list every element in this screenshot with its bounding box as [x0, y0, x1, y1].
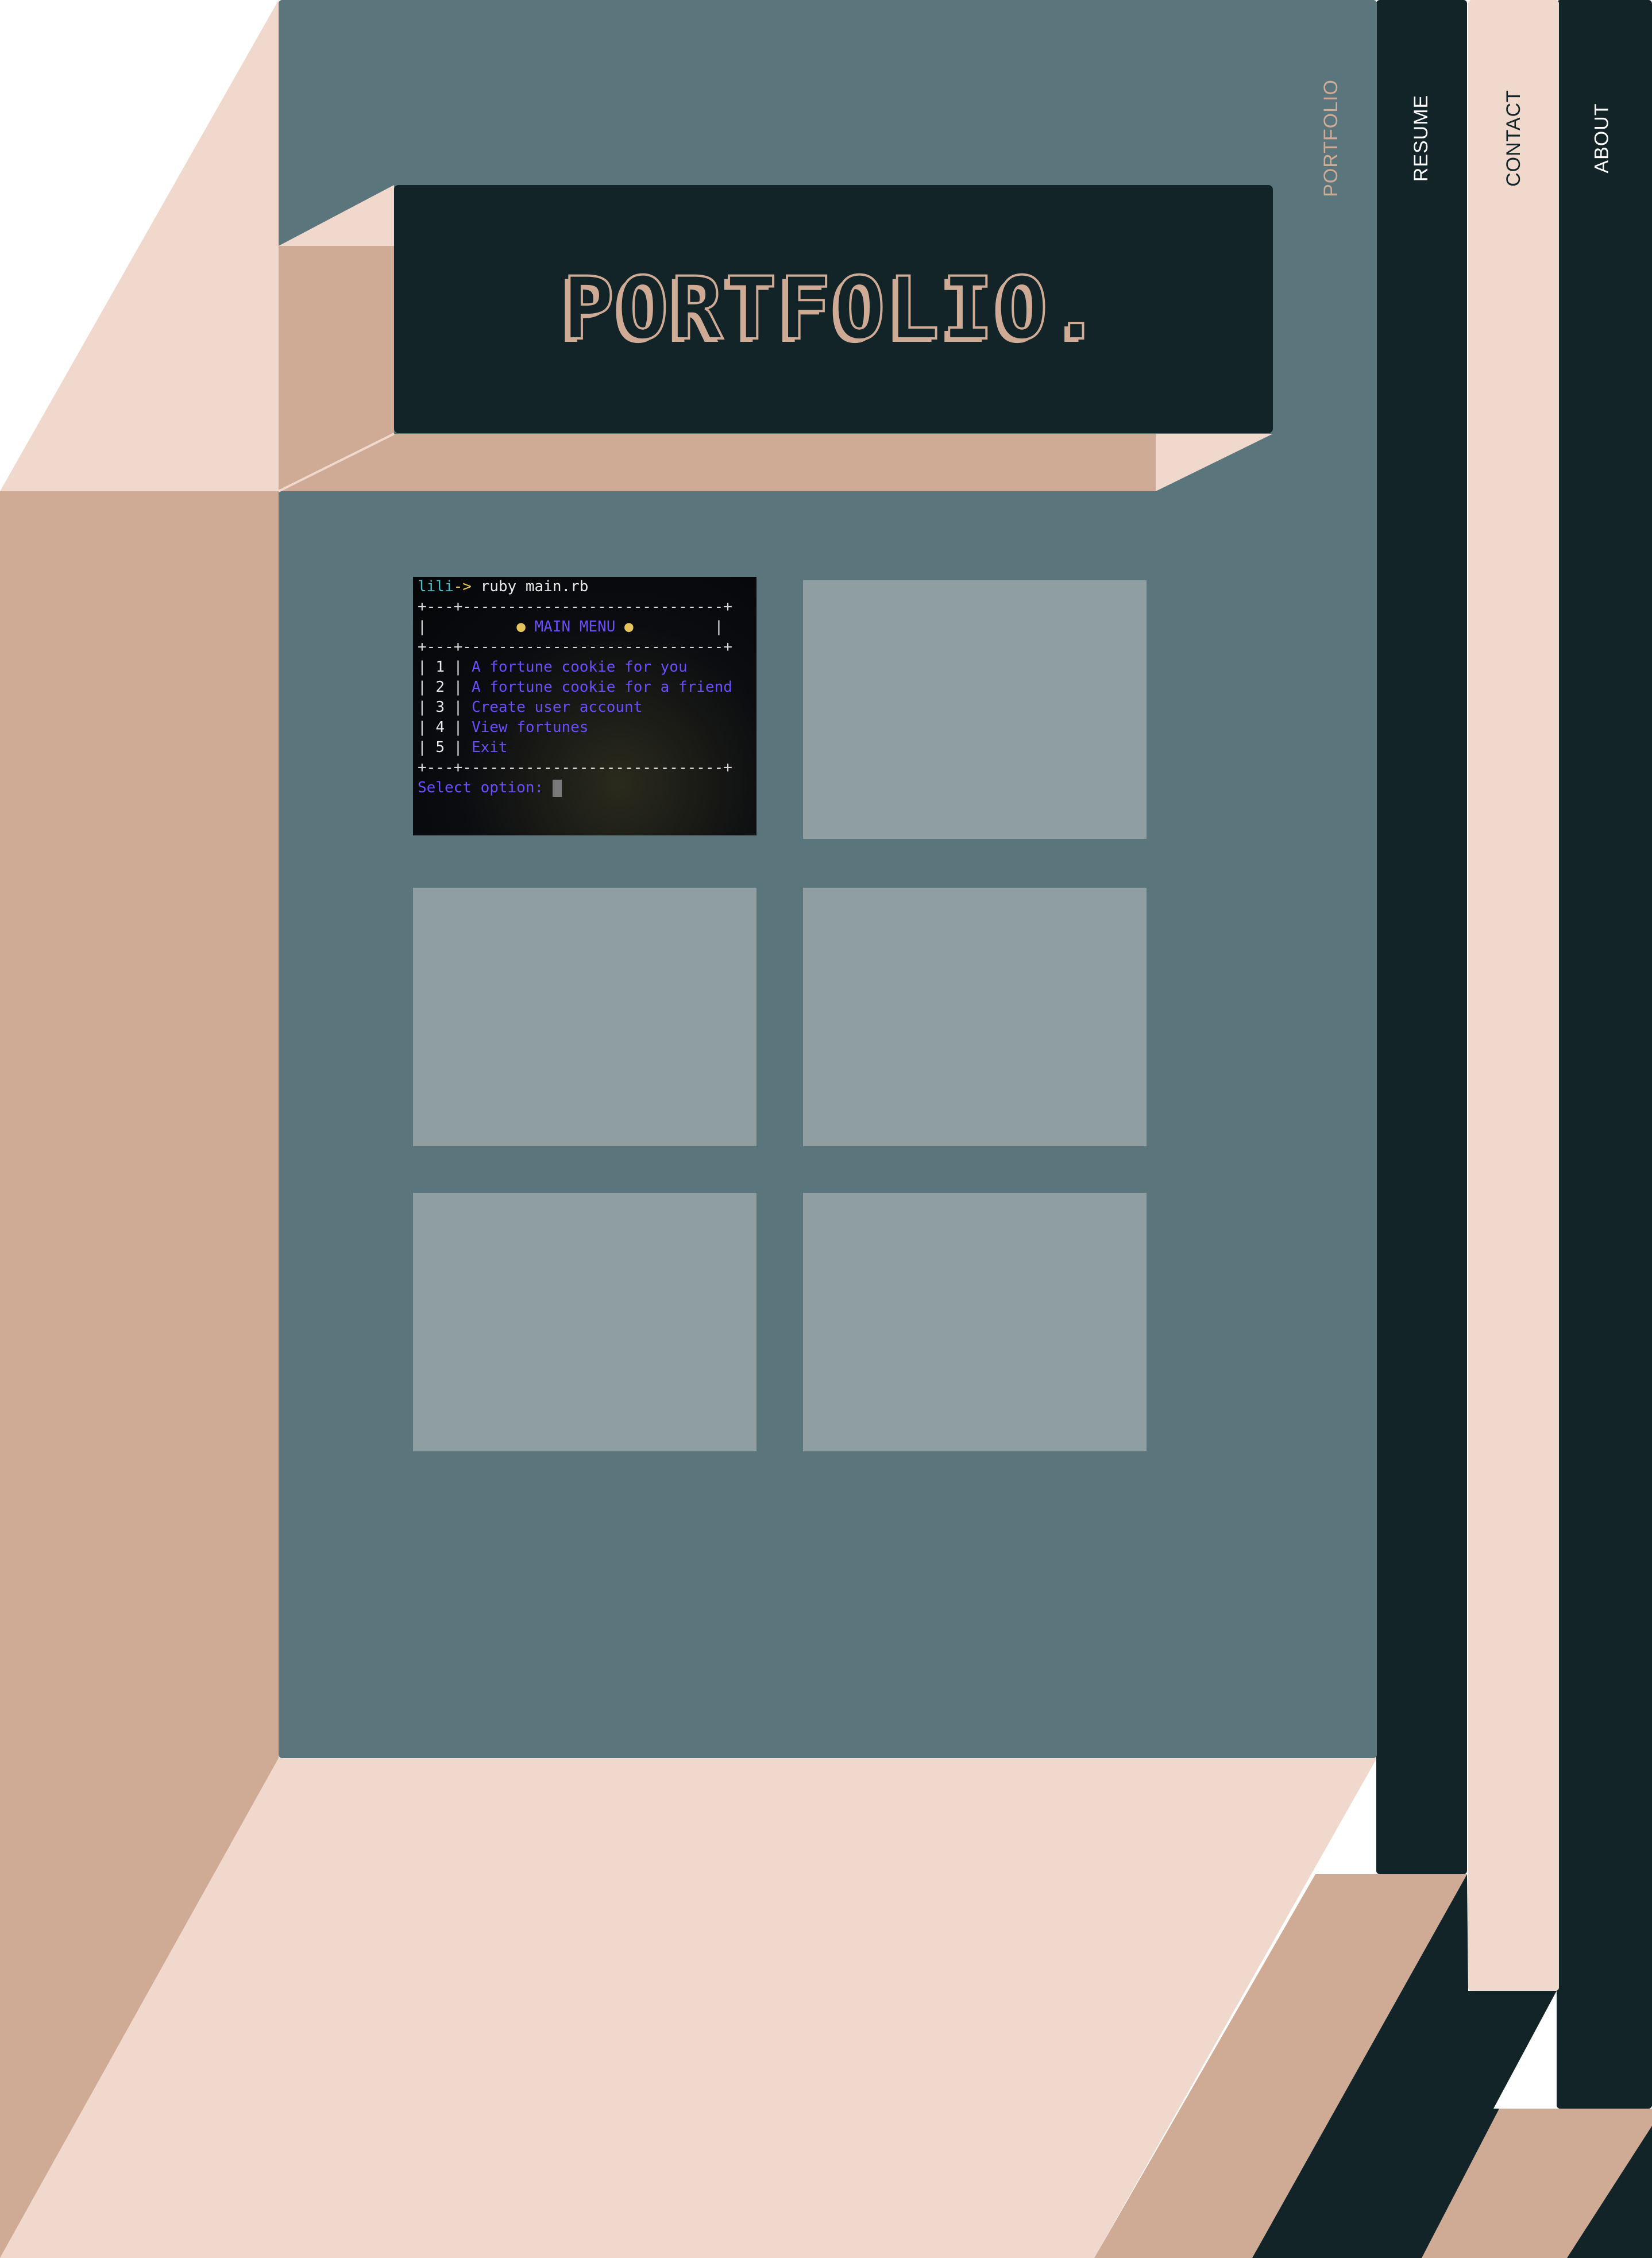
terminal-arrow: ->	[453, 578, 472, 595]
page-title: PORTFOLIO.	[561, 258, 1105, 360]
terminal-cursor	[552, 779, 562, 797]
menu-num: 4	[435, 719, 445, 736]
portfolio-scene: ABOUT CONTACT RESUME PORTFOLIO PORTFOLIO…	[0, 0, 1652, 2258]
terminal-border: +---+-----------------------------+	[418, 638, 732, 656]
menu-item: Exit	[471, 739, 508, 756]
project-tile-5[interactable]	[413, 1193, 756, 1451]
menu-num: 1	[435, 658, 445, 676]
menu-num: 5	[435, 739, 445, 756]
menu-item: A fortune cookie for a friend	[471, 679, 732, 696]
terminal-user: lili	[418, 578, 454, 595]
menu-item: View fortunes	[471, 719, 589, 736]
menu-item: Create user account	[471, 699, 643, 716]
project-tile-3[interactable]	[413, 888, 756, 1146]
terminal-menu-title: MAIN MENU	[534, 618, 616, 635]
project-tile-4[interactable]	[803, 888, 1147, 1146]
terminal-select-prompt: Select option:	[418, 779, 553, 796]
menu-item: A fortune cookie for you	[471, 658, 688, 676]
project-tile-2[interactable]	[803, 580, 1147, 839]
project-tile-6[interactable]	[803, 1193, 1147, 1451]
terminal-border: +---+-----------------------------+	[418, 759, 732, 776]
menu-num: 3	[435, 699, 445, 716]
page-title-banner: PORTFOLIO.	[394, 185, 1273, 433]
terminal-command: ruby main.rb	[471, 578, 589, 595]
terminal-border: +---+-----------------------------+	[418, 598, 732, 615]
menu-num: 2	[435, 679, 445, 696]
project-tile-fortune-cookie[interactable]: lili-> ruby main.rb +---+---------------…	[413, 577, 756, 835]
